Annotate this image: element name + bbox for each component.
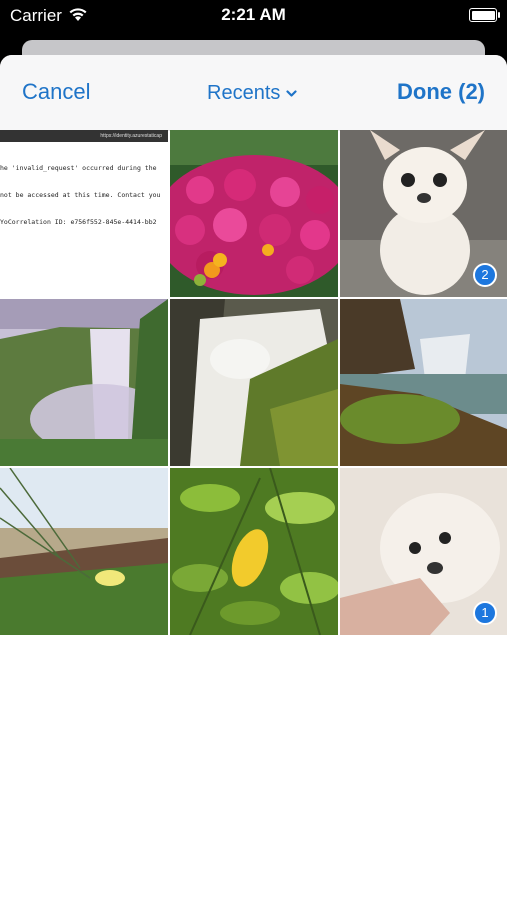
photo-thumbnail-waterfall-rocks[interactable] [170, 299, 338, 466]
photo-thumbnail-flowers[interactable] [170, 130, 338, 297]
screenshot-text-line: not be accessed at this time. Contact yo… [0, 191, 161, 199]
status-bar: Carrier 2:21 AM [0, 0, 507, 32]
photo-thumbnail-dog-selected[interactable]: 2 [340, 130, 507, 297]
photo-thumbnail-grass[interactable] [0, 468, 168, 635]
waterfall-photo [0, 299, 168, 466]
selection-badge: 1 [473, 601, 497, 625]
photo-grid: https://identity.azurestaticap he 'inval… [0, 130, 507, 635]
album-label: Recents [207, 82, 281, 104]
photo-thumbnail-puppy-selected[interactable]: 1 [340, 468, 507, 635]
done-button[interactable]: Done (2) [397, 79, 485, 105]
photo-thumbnail-coast[interactable] [340, 299, 507, 466]
screenshot-text-line: YoCorrelation ID: e756f552-845e-4414-bb2 [0, 218, 157, 226]
grass-photo [0, 468, 168, 635]
waterfall-rocks-photo [170, 299, 338, 466]
chevron-down-icon [286, 90, 297, 97]
screenshot-text-line: he 'invalid_request' occurred during the [0, 164, 157, 172]
flowers-photo [170, 130, 338, 297]
photo-picker-sheet: Cancel Recents Done (2) https://identity… [0, 55, 507, 900]
screenshot-url-bar: https://identity.azurestaticap [0, 130, 168, 142]
photo-thumbnail-screenshot[interactable]: https://identity.azurestaticap he 'inval… [0, 130, 168, 297]
leaves-photo [170, 468, 338, 635]
picker-navbar: Cancel Recents Done (2) [0, 55, 507, 131]
battery-icon [469, 8, 500, 22]
selection-badge: 2 [473, 263, 497, 287]
cancel-button[interactable]: Cancel [22, 79, 90, 105]
photo-thumbnail-waterfall[interactable] [0, 299, 168, 466]
album-selector-button[interactable]: Recents [207, 82, 297, 105]
photo-thumbnail-leaves[interactable] [170, 468, 338, 635]
coast-photo [340, 299, 507, 466]
status-time: 2:21 AM [221, 5, 286, 24]
